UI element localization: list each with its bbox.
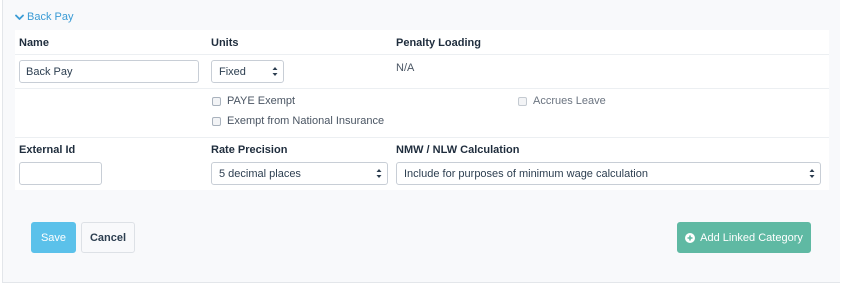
section-toggle-back-pay[interactable]: Back Pay bbox=[15, 11, 73, 23]
units-select[interactable]: Fixed bbox=[211, 60, 284, 83]
name-input[interactable] bbox=[19, 60, 199, 83]
plus-circle-icon bbox=[685, 232, 696, 243]
external-id-label: External Id bbox=[19, 144, 76, 156]
select-arrows-icon bbox=[809, 168, 815, 179]
nmw-calculation-select[interactable]: Include for purposes of minimum wage cal… bbox=[396, 162, 821, 185]
nmw-calculation-label: NMW / NLW Calculation bbox=[396, 144, 520, 156]
ni-exempt-label: Exempt from National Insurance bbox=[227, 115, 385, 127]
select-arrows-icon bbox=[272, 66, 278, 77]
section-title: Back Pay bbox=[27, 11, 74, 23]
accrues-leave-label: Accrues Leave bbox=[533, 95, 606, 107]
rate-precision-selected-value: 5 decimal places bbox=[219, 167, 301, 180]
penalty-loading-label: Penalty Loading bbox=[396, 37, 481, 49]
rate-precision-label: Rate Precision bbox=[211, 144, 288, 156]
external-id-input[interactable] bbox=[19, 162, 102, 185]
units-label: Units bbox=[211, 37, 239, 49]
add-linked-category-label: Add Linked Category bbox=[700, 231, 803, 244]
divider bbox=[15, 88, 829, 89]
penalty-loading-value: N/A bbox=[396, 62, 415, 74]
paye-exempt-checkbox[interactable]: PAYE Exempt bbox=[212, 95, 295, 107]
divider bbox=[15, 137, 829, 138]
pay-category-form: Name Units Penalty Loading Fixed N/A PAY… bbox=[15, 30, 829, 190]
ni-exempt-checkbox[interactable]: Exempt from National Insurance bbox=[212, 115, 384, 127]
checkbox-box[interactable] bbox=[518, 96, 527, 106]
paye-exempt-label: PAYE Exempt bbox=[227, 95, 296, 107]
cancel-button[interactable]: Cancel bbox=[81, 222, 135, 253]
accrues-leave-checkbox[interactable]: Accrues Leave bbox=[518, 95, 606, 107]
chevron-down-icon bbox=[15, 14, 24, 21]
name-label: Name bbox=[19, 37, 49, 49]
save-button[interactable]: Save bbox=[31, 222, 76, 253]
checkbox-box[interactable] bbox=[212, 116, 221, 126]
nmw-calculation-selected-value: Include for purposes of minimum wage cal… bbox=[404, 167, 648, 180]
rate-precision-select[interactable]: 5 decimal places bbox=[211, 162, 388, 185]
select-arrows-icon bbox=[376, 168, 382, 179]
checkbox-box[interactable] bbox=[212, 96, 221, 106]
add-linked-category-button[interactable]: Add Linked Category bbox=[677, 222, 811, 253]
pay-category-panel: Back Pay Name Units Penalty Loading Fixe… bbox=[2, 0, 840, 283]
units-selected-value: Fixed bbox=[219, 65, 246, 78]
divider bbox=[15, 54, 829, 55]
